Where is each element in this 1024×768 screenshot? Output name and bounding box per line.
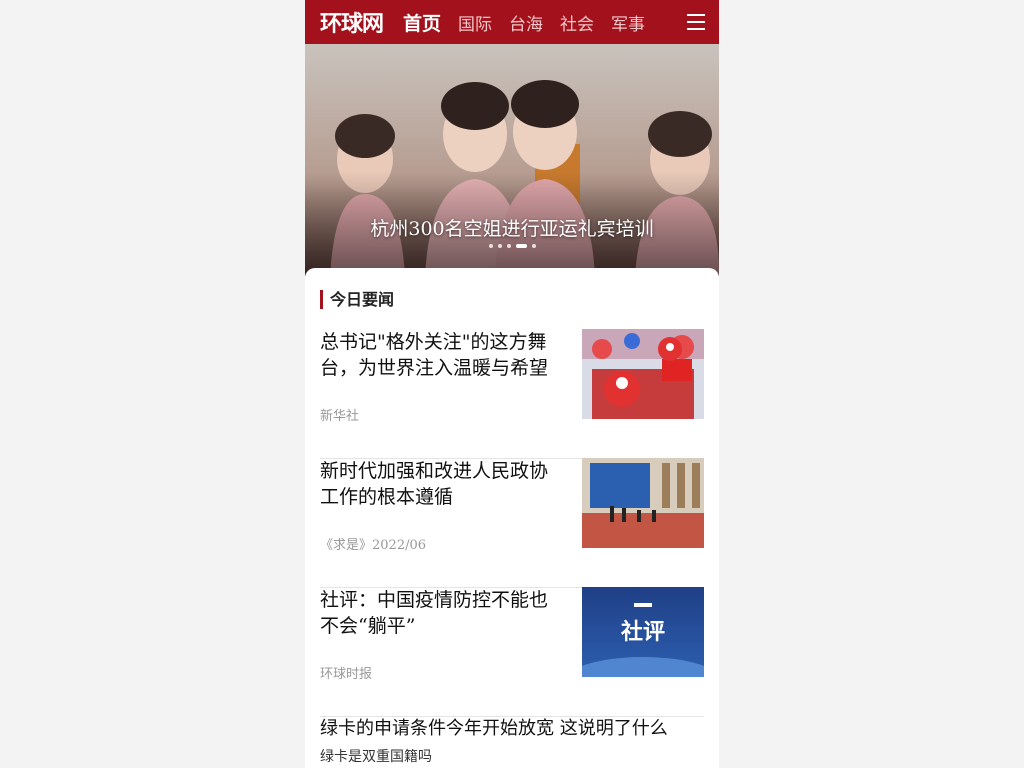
mobile-page: 环球网 首页 国际 台海 社会 军事 杭州300名空姐进行亚运礼宾培训 今日要闻…	[305, 0, 719, 768]
news-source: 环球时报	[320, 667, 373, 682]
text-news-item[interactable]: 绿卡的申请条件今年开始放宽 这说明了什么 绿卡是双重国籍吗	[320, 716, 704, 766]
nav-item-society[interactable]: 社会	[560, 10, 594, 35]
nav-item-international[interactable]: 国际	[458, 10, 492, 35]
news-item[interactable]: 新时代加强和改进人民政协工作的根本遵循 《求是》2022/06	[320, 458, 704, 588]
nav-item-home[interactable]: 首页	[403, 9, 441, 36]
banner-image	[305, 44, 719, 276]
nav-item-taiwan[interactable]: 台海	[509, 10, 543, 35]
news-panel: 今日要闻 总书记"格外关注"的这方舞台，为世界注入温暖与希望 新华社 新时代加强…	[305, 268, 719, 768]
text-news-subtitle[interactable]: 绿卡是双重国籍吗	[320, 746, 704, 766]
carousel-dots	[305, 244, 719, 248]
carousel-dot[interactable]	[488, 244, 493, 248]
news-source: 《求是》2022/06	[320, 538, 427, 553]
nav-item-military[interactable]: 军事	[611, 10, 645, 35]
news-thumbnail[interactable]	[582, 458, 704, 548]
news-thumbnail[interactable]	[582, 329, 704, 419]
news-title[interactable]: 新时代加强和改进人民政协工作的根本遵循	[320, 458, 565, 510]
news-item[interactable]: 社评：中国疫情防控不能也不会“躺平” 环球时报 社评	[320, 587, 704, 717]
section-title: 今日要闻	[320, 290, 394, 309]
thumbnail-text: 社评	[621, 619, 665, 645]
news-source: 新华社	[320, 409, 360, 424]
carousel-dot[interactable]	[497, 244, 502, 248]
carousel-dot[interactable]	[506, 244, 511, 248]
menu-icon[interactable]	[687, 9, 705, 35]
news-item[interactable]: 总书记"格外关注"的这方舞台，为世界注入温暖与希望 新华社	[320, 329, 704, 459]
top-header: 环球网 首页 国际 台海 社会 军事	[305, 0, 719, 44]
news-thumbnail[interactable]: 社评	[582, 587, 704, 677]
carousel-dot[interactable]	[531, 244, 536, 248]
banner-caption[interactable]: 杭州300名空姐进行亚运礼宾培训	[305, 214, 719, 241]
hero-banner[interactable]: 杭州300名空姐进行亚运礼宾培训	[305, 44, 719, 276]
news-title[interactable]: 社评：中国疫情防控不能也不会“躺平”	[320, 587, 565, 639]
carousel-dot-active[interactable]	[515, 244, 527, 248]
top-nav: 首页 国际 台海 社会 军事	[403, 9, 662, 36]
news-title[interactable]: 总书记"格外关注"的这方舞台，为世界注入温暖与希望	[320, 329, 565, 381]
text-news-title[interactable]: 绿卡的申请条件今年开始放宽 这说明了什么	[320, 716, 704, 742]
site-logo[interactable]: 环球网	[320, 6, 384, 38]
